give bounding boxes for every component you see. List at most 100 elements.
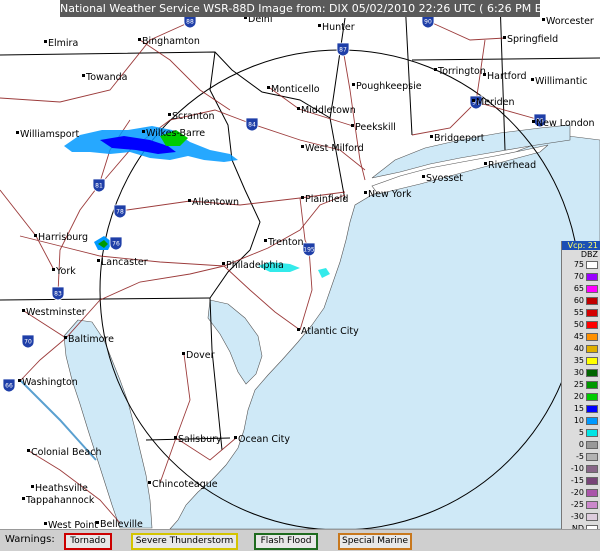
interstate-number: 195 <box>303 247 315 254</box>
city-label: Heathsville <box>35 483 88 494</box>
interstate-shield: 70 <box>21 334 35 349</box>
interstate-shield: 195 <box>302 242 316 257</box>
city-marker <box>182 352 185 355</box>
legend-row: 10 <box>562 416 600 426</box>
legend-row: 35 <box>562 356 600 366</box>
city-label: Bridgeport <box>434 133 485 144</box>
legend-color-swatch <box>586 477 598 485</box>
legend-row: 70 <box>562 272 600 282</box>
legend-level-label: 75 <box>573 260 584 269</box>
city-label: Allentown <box>192 197 239 208</box>
city-label: York <box>55 266 76 277</box>
legend-level-label: -5 <box>576 452 584 461</box>
city-label: Salisbury <box>178 434 222 445</box>
interstate-shield: 78 <box>113 204 127 219</box>
city-label: Springfield <box>507 34 558 45</box>
city-label: Wilkes-Barre <box>146 128 205 139</box>
interstate-number: 84 <box>248 122 256 129</box>
city-label: Washington <box>22 377 78 388</box>
legend-row: -15 <box>562 476 600 486</box>
legend-level-label: 60 <box>573 296 584 305</box>
city-label: Hartford <box>487 71 527 82</box>
city-marker <box>297 107 300 110</box>
city-marker <box>264 239 267 242</box>
city-label: Elmira <box>48 38 78 49</box>
legend-vcp-header: Vcp: 21 <box>562 241 600 250</box>
legend-unit-label: DBZ <box>580 250 598 259</box>
city-label: Williamsport <box>20 129 80 140</box>
legend-row: -5 <box>562 452 600 462</box>
legend-color-swatch <box>586 261 598 269</box>
legend-color-swatch <box>586 273 598 281</box>
warning-toggle-severe-thunderstorm[interactable]: Severe Thunderstorm <box>131 533 238 550</box>
legend-level-label: 10 <box>573 416 584 425</box>
legend-row: 50 <box>562 320 600 330</box>
legend-color-swatch <box>586 429 598 437</box>
city-label: Harrisburg <box>38 232 88 243</box>
city-marker <box>267 86 270 89</box>
legend-color-swatch <box>586 333 598 341</box>
legend-level-label: 5 <box>578 428 584 437</box>
legend-level-label: 65 <box>573 284 584 293</box>
city-marker <box>542 18 545 21</box>
legend-color-swatch <box>586 297 598 305</box>
city-marker <box>16 131 19 134</box>
legend-color-swatch <box>586 369 598 377</box>
city-marker <box>364 191 367 194</box>
city-marker <box>174 436 177 439</box>
legend-color-swatch <box>586 417 598 425</box>
city-label: Towanda <box>85 72 127 83</box>
city-marker <box>148 481 151 484</box>
legend-row: 25 <box>562 380 600 390</box>
interstate-number: 76 <box>112 241 120 248</box>
interstate-number: 90 <box>424 19 432 26</box>
warning-toggle-tornado[interactable]: Tornado <box>64 533 112 550</box>
city-label: Westminster <box>26 307 86 318</box>
city-marker <box>97 259 100 262</box>
legend-color-swatch <box>586 501 598 509</box>
legend-row: -10 <box>562 464 600 474</box>
city-marker <box>532 120 535 123</box>
city-label: Binghamton <box>142 36 200 47</box>
city-label: Worcester <box>546 16 594 27</box>
city-label: Middletown <box>301 105 356 116</box>
interstate-shield: 76 <box>109 236 123 251</box>
legend-row: -20 <box>562 488 600 498</box>
legend-level-label: -20 <box>570 488 584 497</box>
city-marker <box>22 497 25 500</box>
city-label: Meriden <box>476 97 514 108</box>
legend-level-label: 25 <box>573 380 584 389</box>
city-label: West Milford <box>305 143 364 154</box>
city-marker <box>301 145 304 148</box>
interstate-number: 83 <box>54 291 62 298</box>
legend-color-swatch <box>586 309 598 317</box>
city-marker <box>142 130 145 133</box>
legend-level-label: 40 <box>573 344 584 353</box>
legend-level-label: 20 <box>573 392 584 401</box>
city-marker <box>44 522 47 525</box>
city-label: Ocean City <box>238 434 290 445</box>
city-marker <box>34 234 37 237</box>
city-label: Colonial Beach <box>31 447 101 458</box>
legend-level-label: -30 <box>570 512 584 521</box>
city-marker <box>27 449 30 452</box>
city-marker <box>472 99 475 102</box>
radar-map: 88 9087849195817876195837066 DelhiHunterW… <box>0 0 600 550</box>
legend-row: 55 <box>562 308 600 318</box>
city-label: Monticello <box>271 84 320 95</box>
legend-level-label: 35 <box>573 356 584 365</box>
city-label: Lancaster <box>101 257 148 268</box>
city-marker <box>434 68 437 71</box>
legend-level-label: 55 <box>573 308 584 317</box>
warning-toggle-flash-flood[interactable]: Flash Flood <box>254 533 318 550</box>
warning-toggle-special-marine[interactable]: Special Marine <box>338 533 412 550</box>
legend-level-label: -25 <box>570 500 584 509</box>
city-marker <box>31 485 34 488</box>
map-title-bar: National Weather Service WSR-88D Image f… <box>60 0 562 17</box>
city-marker <box>422 175 425 178</box>
city-marker <box>483 73 486 76</box>
city-label: Dover <box>186 350 215 361</box>
city-marker <box>52 268 55 271</box>
city-label: Philadelphia <box>226 260 284 271</box>
warnings-label: Warnings: <box>5 534 55 545</box>
